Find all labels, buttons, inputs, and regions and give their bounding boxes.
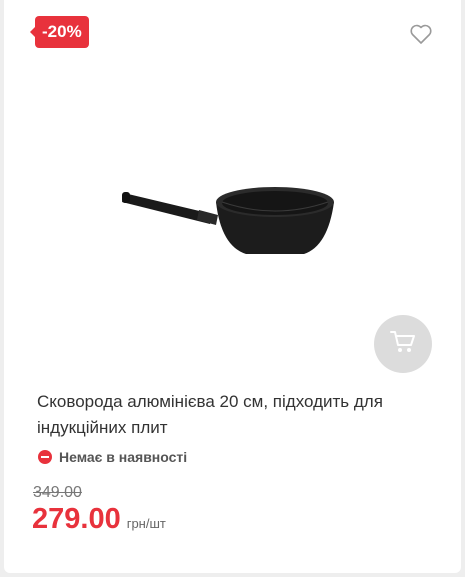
product-image[interactable] (94, 150, 364, 280)
add-to-cart-button[interactable] (374, 315, 432, 373)
product-title[interactable]: Сковорода алюмінієва 20 см, підходить дл… (37, 389, 437, 441)
minus-circle-icon (38, 450, 52, 464)
product-card[interactable]: -20% Сковорода алюмінієва 20 см, підходи… (4, 0, 461, 573)
price-unit: грн/шт (126, 516, 166, 531)
old-price: 349.00 (33, 484, 82, 501)
discount-badge: -20% (30, 16, 89, 48)
shopping-cart-icon (389, 329, 417, 360)
price-row: 279.00 грн/шт (32, 503, 166, 536)
current-price: 279.00 (32, 503, 121, 535)
favorite-icon[interactable] (409, 23, 433, 45)
availability-text: Немає в наявності (59, 449, 188, 465)
availability-status: Немає в наявності (38, 449, 187, 465)
